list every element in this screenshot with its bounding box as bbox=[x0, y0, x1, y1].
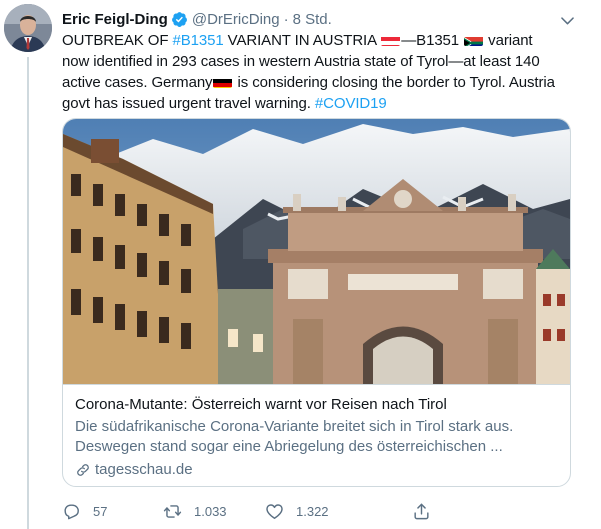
hashtag-link[interactable]: #B1351 bbox=[172, 32, 223, 49]
more-options-button[interactable] bbox=[555, 8, 579, 32]
tweet-text-part: —B1351 bbox=[401, 32, 464, 49]
like-count: 1.322 bbox=[296, 503, 329, 519]
south-africa-flag-icon bbox=[464, 34, 484, 46]
avatar-photo bbox=[4, 4, 52, 52]
tweet-text: OUTBREAK OF #B1351 VARIANT IN AUSTRIA —B… bbox=[62, 30, 562, 114]
share-icon bbox=[414, 503, 429, 519]
author-handle[interactable]: @DrEricDing bbox=[192, 11, 280, 28]
germany-flag-icon bbox=[213, 76, 233, 88]
reply-button[interactable]: 57 bbox=[62, 499, 163, 523]
tweet-timestamp[interactable]: 8 Std. bbox=[293, 11, 332, 28]
retweet-button[interactable]: 1.033 bbox=[163, 499, 265, 523]
chevron-down-icon bbox=[560, 16, 574, 24]
reply-count: 57 bbox=[93, 503, 108, 519]
header-separator: · bbox=[283, 10, 289, 28]
link-preview-card[interactable]: Corona-Mutante: Österreich warnt vor Rei… bbox=[62, 118, 571, 487]
retweet-count: 1.033 bbox=[194, 503, 227, 519]
card-description: Die südafrikanische Corona-Variante brei… bbox=[75, 418, 514, 455]
link-icon bbox=[77, 463, 89, 476]
card-title: Corona-Mutante: Österreich warnt vor Rei… bbox=[75, 396, 447, 413]
austria-flag-icon bbox=[381, 34, 401, 46]
heart-icon bbox=[266, 503, 283, 519]
card-text: Corona-Mutante: Österreich warnt vor Rei… bbox=[63, 384, 570, 486]
retweet-icon bbox=[163, 504, 182, 518]
tweet-text-part: VARIANT IN AUSTRIA bbox=[223, 32, 381, 49]
card-domain: tagesschau.de bbox=[75, 461, 558, 478]
card-image bbox=[63, 119, 570, 384]
share-button[interactable] bbox=[412, 499, 472, 523]
tweet-text-part: OUTBREAK OF bbox=[62, 32, 173, 49]
tweet-header: Eric Feigl-Ding @DrEricDing · 8 Std. bbox=[62, 8, 561, 30]
tweet-actions: 57 1.033 1.322 bbox=[62, 499, 522, 523]
avatar[interactable] bbox=[4, 4, 52, 52]
author-name[interactable]: Eric Feigl-Ding bbox=[62, 11, 168, 28]
reply-icon bbox=[64, 503, 79, 519]
verified-badge-icon bbox=[171, 11, 188, 28]
thread-line bbox=[27, 57, 29, 529]
hashtag-link[interactable]: #COVID19 bbox=[315, 95, 387, 112]
like-button[interactable]: 1.322 bbox=[265, 499, 412, 523]
card-domain-text: tagesschau.de bbox=[95, 461, 193, 478]
